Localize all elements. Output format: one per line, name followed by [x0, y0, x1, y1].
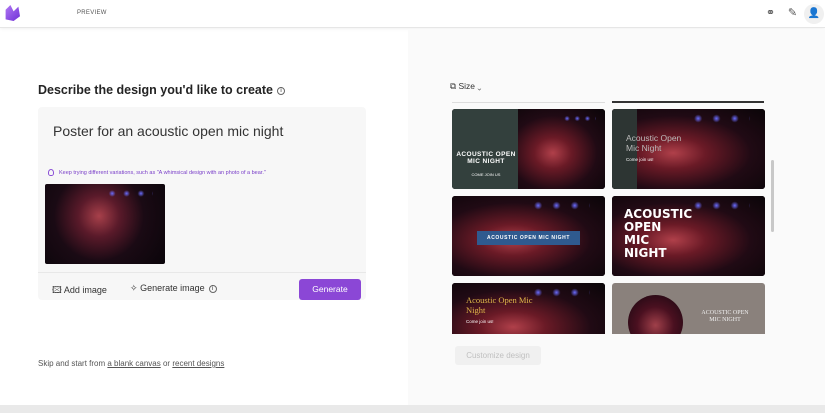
- size-dropdown[interactable]: ⧉ Size ⌄: [450, 81, 481, 92]
- prompt-input[interactable]: Poster for an acoustic open mic night: [53, 123, 283, 139]
- designer-logo-icon[interactable]: [5, 5, 20, 21]
- design-subtitle: Come join us!: [626, 157, 654, 162]
- divider-selected: [612, 101, 764, 103]
- design-title: Acoustic Open Mic Night: [626, 133, 682, 153]
- bottom-bar: [0, 405, 825, 413]
- lightbulb-icon: [48, 169, 54, 176]
- design-title: ACOUSTIC OPEN MIC NIGHT: [456, 151, 516, 165]
- hint-label: Keep trying different variations, such a…: [59, 169, 266, 176]
- design-title: Acoustic Open Mic Night: [466, 295, 533, 315]
- add-image-button[interactable]: 🖾 Add image: [52, 283, 107, 299]
- hint-text: Keep trying different variations, such a…: [48, 169, 266, 176]
- add-image-icon: 🖾: [52, 285, 62, 295]
- scrollbar[interactable]: [771, 160, 774, 232]
- design-card[interactable]: Acoustic Open Mic Night Come join us!: [612, 109, 765, 189]
- resize-icon: ⧉: [450, 81, 457, 91]
- design-subtitle: Come join us!: [466, 319, 494, 324]
- design-title: ACOUSTIC OPEN MIC NIGHT: [624, 207, 693, 260]
- uploaded-image-thumbnail[interactable]: [45, 184, 165, 264]
- prompt-box: Poster for an acoustic open mic night Ke…: [38, 107, 366, 300]
- page-title: Describe the design you'd like to create…: [38, 83, 285, 97]
- preview-badge: PREVIEW: [77, 10, 107, 16]
- design-title: ACOUSTIC OPEN MIC NIGHT: [701, 310, 749, 323]
- add-image-label: Add image: [63, 285, 107, 295]
- feedback-icon[interactable]: ✎: [786, 7, 799, 20]
- skip-text: Skip and start from a blank canvas or re…: [38, 359, 224, 368]
- skip-or: or: [162, 359, 171, 368]
- app-header: PREVIEW ⚭ ✎ 👤: [0, 0, 825, 28]
- account-avatar-icon[interactable]: 👤: [804, 4, 824, 24]
- design-card[interactable]: Acoustic Open Mic Night Come join us!: [452, 283, 605, 334]
- design-subtitle: COME JOIN US: [471, 172, 501, 177]
- design-card[interactable]: ACOUSTIC OPEN MIC NIGHT: [452, 196, 605, 276]
- design-grid: ACOUSTIC OPEN MIC NIGHT COME JOIN US Aco…: [452, 109, 765, 334]
- design-card[interactable]: ACOUSTIC OPEN MIC NIGHT: [612, 196, 765, 276]
- prompt-toolbar: 🖾 Add image ✧ Generate image i Generate: [38, 272, 366, 300]
- share-icon[interactable]: ⚭: [764, 7, 777, 20]
- recent-designs-link[interactable]: recent designs: [172, 359, 224, 368]
- blank-canvas-link[interactable]: a blank canvas: [107, 359, 160, 368]
- divider: [452, 102, 605, 103]
- sparkle-icon: ✧: [130, 283, 138, 293]
- page-title-text: Describe the design you'd like to create: [38, 83, 273, 97]
- design-title: ACOUSTIC OPEN MIC NIGHT: [477, 231, 580, 245]
- size-label: Size: [458, 81, 475, 91]
- design-card[interactable]: ACOUSTIC OPEN MIC NIGHT: [612, 283, 765, 334]
- design-card[interactable]: ACOUSTIC OPEN MIC NIGHT COME JOIN US: [452, 109, 605, 189]
- generate-image-label: Generate image: [140, 283, 205, 293]
- generate-button[interactable]: Generate: [299, 279, 361, 300]
- info-icon[interactable]: i: [208, 284, 217, 293]
- customize-design-button[interactable]: Customize design: [455, 346, 541, 365]
- info-icon[interactable]: i: [277, 86, 285, 95]
- skip-prefix: Skip and start from: [38, 359, 106, 368]
- generate-image-button[interactable]: ✧ Generate image i: [130, 283, 217, 294]
- chevron-down-icon: ⌄: [477, 81, 482, 91]
